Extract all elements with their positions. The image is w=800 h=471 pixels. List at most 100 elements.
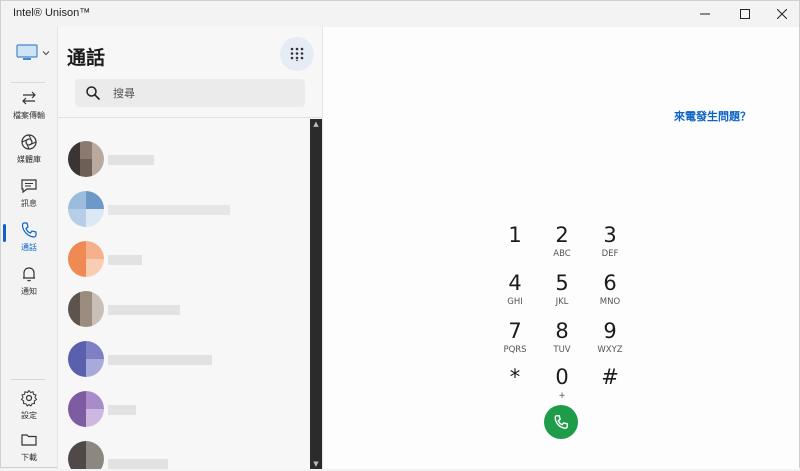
scrollbar[interactable]: ▲ ▼ — [310, 119, 322, 469]
nav-item-label: 媒體庫 — [17, 155, 41, 164]
nav-item-gallery[interactable]: 媒體庫 — [1, 133, 57, 173]
close-button[interactable] — [767, 1, 797, 27]
folder-icon — [20, 431, 38, 449]
nav-rail: 檔案傳輸 媒體庫 訊息 通話 通知 設定 下載 — [1, 27, 57, 469]
dial-key-7[interactable]: 7 PQRS — [490, 319, 540, 363]
contact-row[interactable] — [58, 433, 308, 469]
avatar — [68, 291, 104, 327]
avatar — [68, 391, 104, 427]
nav-item-label: 通知 — [21, 287, 37, 296]
dialpad-area: 來電發生問題？ 1 2 ABC 3 DEF 4 GHI 5 JKL 6 MNO 7 PQRS… — [323, 27, 799, 469]
maximize-button[interactable] — [730, 1, 760, 27]
chevron-down-icon — [42, 51, 50, 56]
close-icon — [777, 9, 787, 19]
minimize-icon — [700, 13, 710, 15]
dial-key-1[interactable]: 1 — [490, 223, 540, 267]
dial-key-4[interactable]: 4 GHI — [490, 271, 540, 315]
avatar — [68, 191, 104, 227]
call-help-link[interactable]: 來電發生問題？ — [674, 108, 751, 124]
dial-letters: WXYZ — [597, 345, 623, 355]
minimize-button[interactable] — [690, 1, 720, 27]
dial-key-9[interactable]: 9 WXYZ — [585, 319, 635, 363]
dial-letters: JKL — [555, 297, 569, 307]
list-divider — [58, 117, 322, 118]
contact-name — [108, 255, 142, 265]
contact-name — [108, 405, 136, 415]
dial-digit: 8 — [555, 319, 569, 343]
nav-item-settings[interactable]: 設定 — [1, 389, 57, 429]
contact-row[interactable] — [58, 333, 308, 383]
dial-digit: 0 — [555, 365, 569, 389]
dial-letters: DEF — [601, 249, 619, 259]
dial-key-5[interactable]: 5 JKL — [537, 271, 587, 315]
contact-name — [108, 355, 212, 365]
bell-icon — [20, 265, 38, 283]
keypad-toggle-button[interactable] — [280, 37, 314, 71]
dial-digit: # — [601, 365, 619, 389]
avatar — [68, 141, 104, 177]
phone-icon — [20, 221, 38, 239]
contact-row[interactable] — [58, 283, 308, 333]
scroll-up-icon[interactable]: ▲ — [310, 119, 322, 129]
app-window: Intel® Unison™ 檔案傳輸 媒體庫 訊息 通話 通知 設定 下載 通… — [0, 0, 800, 469]
contact-name — [108, 205, 230, 215]
calls-panel: 通話 搜尋 ▲ ▼ — [57, 27, 323, 469]
device-selector[interactable] — [16, 43, 50, 63]
dial-key-2[interactable]: 2 ABC — [537, 223, 587, 267]
aperture-icon — [20, 133, 38, 151]
dial-letters: PQRS — [503, 345, 527, 355]
chat-bubble-icon — [20, 177, 38, 195]
contacts-list — [58, 119, 308, 469]
rail-divider — [11, 379, 45, 380]
dial-digit: 5 — [555, 271, 569, 295]
transfer-arrows-icon — [20, 89, 38, 107]
dial-key-hash[interactable]: # — [585, 365, 635, 409]
nav-item-notifications[interactable]: 通知 — [1, 265, 57, 305]
dial-key-star[interactable]: * — [490, 365, 540, 409]
dial-key-3[interactable]: 3 DEF — [585, 223, 635, 267]
page-title: 通話 — [67, 47, 106, 69]
dial-key-6[interactable]: 6 MNO — [585, 271, 635, 315]
nav-item-label: 通話 — [21, 243, 37, 252]
contact-name — [108, 155, 154, 165]
dial-digit: 9 — [603, 319, 617, 343]
dial-letters: ABC — [553, 249, 571, 259]
dial-key-0[interactable]: 0 + — [537, 365, 587, 409]
contact-row[interactable] — [58, 233, 308, 283]
dial-letters: + — [558, 391, 566, 401]
avatar — [68, 241, 104, 277]
nav-item-file-transfer[interactable]: 檔案傳輸 — [1, 89, 57, 129]
monitor-icon — [16, 44, 38, 60]
avatar — [68, 341, 104, 377]
search-input[interactable]: 搜尋 — [75, 79, 305, 107]
nav-item-downloads[interactable]: 下載 — [1, 431, 57, 471]
nav-item-label: 下載 — [21, 453, 37, 462]
dial-letters: GHI — [507, 297, 523, 307]
nav-item-calls[interactable]: 通話 — [1, 221, 57, 261]
contact-row[interactable] — [58, 183, 308, 233]
nav-item-label: 訊息 — [21, 199, 37, 208]
search-placeholder: 搜尋 — [113, 87, 135, 100]
dial-letters: TUV — [553, 345, 571, 355]
call-button[interactable] — [544, 405, 578, 439]
nav-item-messages[interactable]: 訊息 — [1, 177, 57, 217]
dial-key-8[interactable]: 8 TUV — [537, 319, 587, 363]
dial-digit: 2 — [555, 223, 569, 247]
app-title: Intel® Unison™ — [13, 7, 91, 19]
avatar — [68, 441, 104, 469]
dial-digit: 4 — [508, 271, 522, 295]
nav-item-label: 設定 — [21, 411, 37, 420]
dial-digit: 1 — [508, 223, 522, 247]
dial-digit: 6 — [603, 271, 617, 295]
rail-divider — [11, 82, 45, 83]
dial-digit: 3 — [603, 223, 617, 247]
keypad-icon — [290, 47, 304, 61]
gear-icon — [20, 389, 38, 407]
title-bar: Intel® Unison™ — [1, 1, 799, 27]
contact-row[interactable] — [58, 383, 308, 433]
contact-name — [108, 305, 180, 315]
contact-row[interactable] — [58, 133, 308, 183]
dial-letters: MNO — [599, 297, 621, 307]
dial-digit: * — [509, 365, 521, 389]
search-icon — [86, 86, 101, 101]
